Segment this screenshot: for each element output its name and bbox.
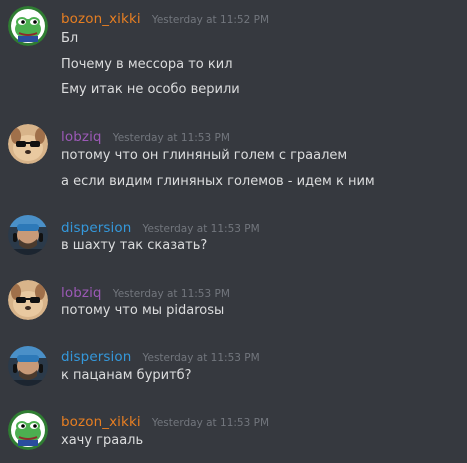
message-text: к пацанам буритб? [61,368,192,383]
timestamp[interactable]: Yesterday at 11:53 PM [142,352,259,364]
chat-message-list: bozon_xikki Yesterday at 11:52 PM Бл Поч… [0,0,467,463]
timestamp[interactable]: Yesterday at 11:53 PM [113,132,230,144]
message-text: Бл [61,31,79,46]
dog-sunglasses-avatar[interactable] [8,124,48,164]
man-headset-avatar[interactable] [8,346,48,386]
username[interactable]: bozon_xikki [61,414,141,430]
timestamp[interactable]: Yesterday at 11:52 PM [152,14,269,26]
username[interactable]: dispersion [61,220,131,236]
timestamp[interactable]: Yesterday at 11:53 PM [113,288,230,300]
pepe-frog-avatar[interactable] [8,6,48,46]
username[interactable]: lobziq [61,129,102,145]
dog-sunglasses-avatar[interactable] [8,280,48,320]
message-header: lobziq Yesterday at 11:53 PM [61,126,230,145]
message-text: Ему итак не особо верили [61,82,240,97]
message-text: хачу грааль [61,433,144,448]
message-header: bozon_xikki Yesterday at 11:53 PM [61,411,269,430]
message-header: lobziq Yesterday at 11:53 PM [61,282,230,301]
pepe-frog-avatar[interactable] [8,410,48,450]
timestamp[interactable]: Yesterday at 11:53 PM [152,417,269,429]
message-text: потому что он глиняный голем с граалем [61,148,348,163]
username[interactable]: bozon_xikki [61,11,141,27]
message-text: Почему в мессора то кил [61,57,233,72]
message-header: bozon_xikki Yesterday at 11:52 PM [61,8,269,27]
username[interactable]: dispersion [61,349,131,365]
message-header: dispersion Yesterday at 11:53 PM [61,217,260,236]
timestamp[interactable]: Yesterday at 11:53 PM [142,223,259,235]
username[interactable]: lobziq [61,285,102,301]
message-text: потому что мы pidarosы [61,303,225,318]
message-text: в шахту так сказать? [61,238,208,253]
man-headset-avatar[interactable] [8,215,48,255]
message-header: dispersion Yesterday at 11:53 PM [61,346,260,365]
message-text: а если видим глиняных големов - идем к н… [61,174,375,189]
